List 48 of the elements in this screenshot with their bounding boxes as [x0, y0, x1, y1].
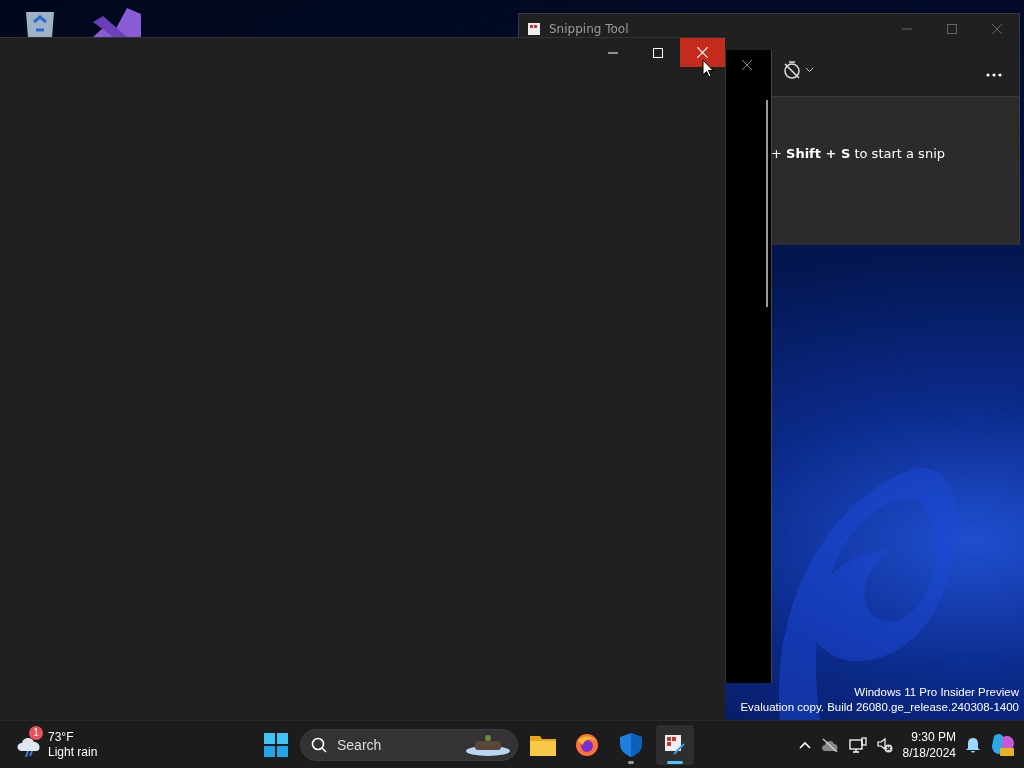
start-button[interactable] [262, 730, 290, 759]
bell-icon [966, 736, 980, 753]
cloud-status-button[interactable] [820, 737, 839, 752]
windows-logo-icon [264, 732, 288, 757]
folder-icon [530, 733, 556, 756]
window-title: Snipping Tool [549, 21, 629, 36]
shortcut-hint: + Shift + S to start a snip [771, 146, 945, 161]
build-info-text: Evaluation copy. Build 26080.ge_release.240308-1400 [740, 700, 1019, 715]
taskbar-app-button[interactable] [656, 724, 694, 765]
cloud-off-icon [820, 737, 839, 752]
notifications-button[interactable] [966, 736, 980, 753]
close-icon [991, 23, 1002, 34]
notification-badge: 1 [29, 725, 43, 740]
close-icon[interactable] [742, 60, 752, 70]
network-button[interactable] [848, 736, 867, 753]
network-icon [848, 736, 867, 753]
build-info-text: Windows 11 Pro Insider Preview [853, 685, 1019, 700]
browser-icon [575, 732, 599, 757]
clock[interactable]: 9:30 PM 8/18/2024 [902, 728, 956, 761]
more-icon [986, 73, 1002, 77]
maximize-icon [652, 47, 663, 58]
snipping-tool-icon [527, 21, 541, 36]
chevron-up-icon [798, 740, 811, 749]
copilot-icon [990, 731, 1016, 758]
time-text: 9:30 PM [911, 728, 956, 745]
volume-muted-icon [876, 736, 893, 753]
close-icon [697, 47, 708, 58]
chevron-down-icon [805, 67, 814, 73]
weather-condition-text: Light rain [48, 744, 98, 760]
date-text: 8/18/2024 [902, 744, 956, 761]
timer-off-icon [783, 61, 801, 79]
scrollbar[interactable] [766, 100, 768, 307]
app-logo-icon[interactable] [93, 8, 141, 37]
show-hidden-icons-button[interactable] [798, 740, 811, 749]
copilot-button[interactable] [990, 731, 1016, 758]
mouse-cursor-icon [702, 59, 714, 78]
volume-button[interactable] [876, 736, 893, 753]
search-field[interactable]: Search [335, 735, 457, 754]
snipping-tool-icon [664, 733, 686, 756]
close-button[interactable] [680, 38, 725, 67]
search-bar[interactable]: Search [300, 728, 518, 761]
weather-widget[interactable]: 1 73°F Light rain [16, 723, 248, 766]
search-highlight-drawing [465, 733, 511, 756]
search-icon [311, 736, 327, 753]
maximize-icon [946, 23, 957, 34]
shield-icon [620, 732, 642, 757]
delay-timer-button[interactable] [781, 59, 816, 81]
temperature-text: 73°F [48, 729, 75, 745]
